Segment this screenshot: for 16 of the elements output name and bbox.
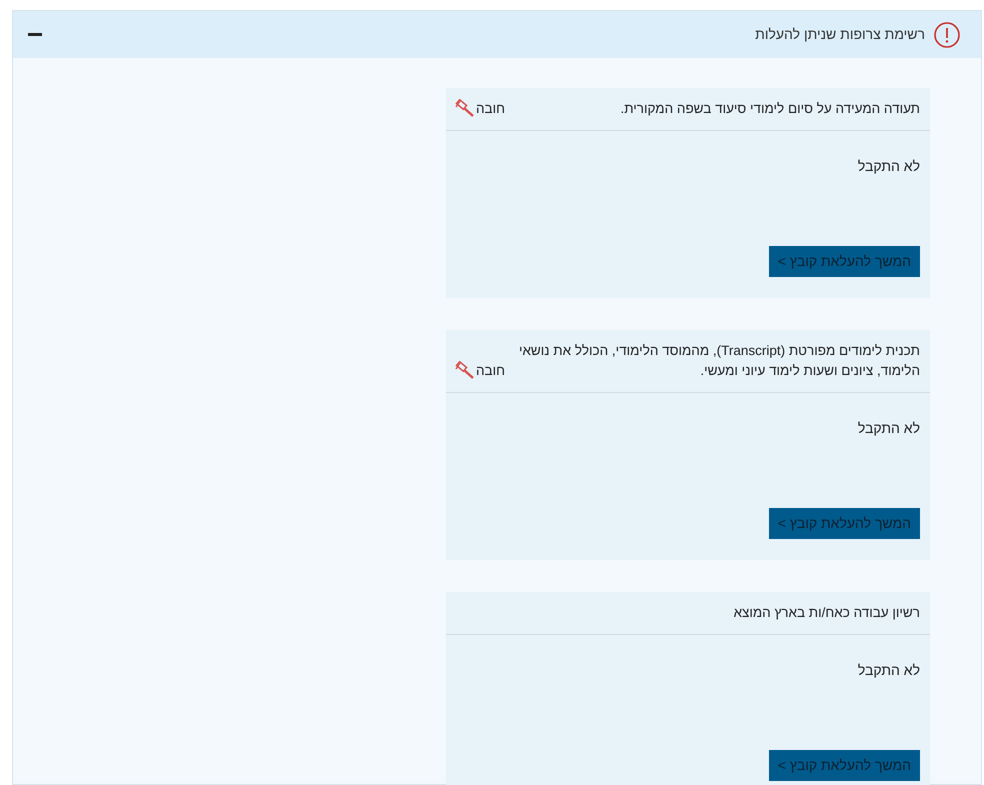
required-label: חובה: [476, 362, 506, 380]
upload-button[interactable]: המשך להעלאת קובץ >: [768, 750, 920, 782]
upload-button[interactable]: המשך להעלאת קובץ >: [768, 508, 920, 540]
attachment-title: תכנית לימודים מפורטת (Transcript), מהמוסד הלימודי, הכולל את נושאי הלימוד, ציונים ושעות לימוד עיוני ומעשי.: [518, 342, 920, 380]
alert-icon: [933, 20, 961, 48]
gavel-icon: [454, 99, 476, 120]
status-text: לא התקבל: [858, 157, 920, 176]
gavel-icon: [454, 361, 476, 382]
attachment-title: תעודה המעידה על סיום לימודי סיעוד בשפה המקורית.: [620, 100, 920, 118]
status-text: לא התקבל: [858, 419, 920, 438]
required-label: חובה: [476, 100, 506, 118]
panel-title: רשימת צרופות שניתן להעלות: [755, 25, 925, 44]
status-text: לא התקבל: [858, 661, 920, 680]
minus-icon: [28, 32, 42, 36]
attachment-title: רשיון עבודה כאח/ות בארץ המוצא: [734, 604, 920, 622]
upload-button[interactable]: המשך להעלאת קובץ >: [768, 246, 920, 278]
